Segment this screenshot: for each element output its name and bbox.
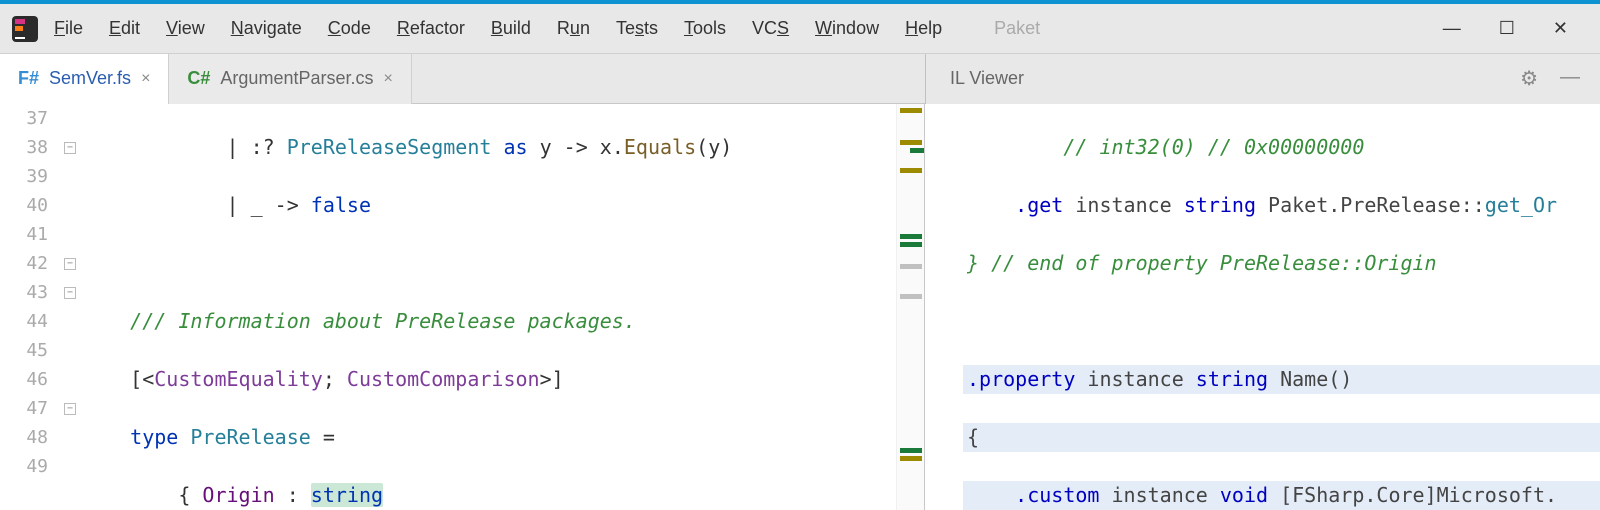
fold-marker-icon[interactable]: − <box>64 142 76 154</box>
menu-navigate[interactable]: Navigate <box>231 18 302 39</box>
fold-column: − − − − <box>58 104 82 510</box>
tab-semver[interactable]: F# SemVer.fs × <box>0 54 169 104</box>
marker-bar[interactable] <box>896 104 924 510</box>
minimize-panel-icon[interactable]: — <box>1560 66 1580 91</box>
tab-row: F# SemVer.fs × C# ArgumentParser.cs × IL… <box>0 54 1600 104</box>
tab-label: ArgumentParser.cs <box>220 68 373 89</box>
il-code-body[interactable]: // int32(0) // 0x00000000 .get instance … <box>963 104 1600 510</box>
tab-argumentparser[interactable]: C# ArgumentParser.cs × <box>169 54 411 104</box>
tab-label: SemVer.fs <box>49 68 131 89</box>
menu-view[interactable]: View <box>166 18 205 39</box>
csharp-icon: C# <box>187 68 210 89</box>
il-viewer-header: IL Viewer ⚙ — <box>925 54 1600 104</box>
il-viewer-title: IL Viewer <box>950 68 1024 89</box>
menu-window[interactable]: Window <box>815 18 879 39</box>
menu-file[interactable]: File <box>54 18 83 39</box>
gear-icon[interactable]: ⚙ <box>1520 66 1538 91</box>
code-editor[interactable]: 37383940414243444546474849 − − − − | :? Pre… <box>0 104 924 510</box>
menu-tools[interactable]: Tools <box>684 18 726 39</box>
window-close-icon[interactable]: ✕ <box>1553 18 1568 39</box>
window-minimize-icon[interactable]: — <box>1443 18 1461 39</box>
window-maximize-icon[interactable]: ☐ <box>1499 18 1515 39</box>
menu-paket-disabled: Paket <box>994 18 1040 39</box>
menu-build[interactable]: Build <box>491 18 531 39</box>
fsharp-icon: F# <box>18 68 39 89</box>
close-tab-icon[interactable]: × <box>141 70 150 88</box>
code-body[interactable]: | :? PreReleaseSegment as y -> x.Equals(… <box>82 104 896 510</box>
fold-marker-icon[interactable]: − <box>64 258 76 270</box>
app-logo-icon <box>12 16 38 42</box>
menu-edit[interactable]: Edit <box>109 18 140 39</box>
il-gutter <box>925 104 963 510</box>
menu-tests[interactable]: Tests <box>616 18 658 39</box>
menu-bar: File Edit View Navigate Code Refactor Bu… <box>0 4 1600 54</box>
fold-marker-icon[interactable]: − <box>64 403 76 415</box>
line-gutter: 37383940414243444546474849 <box>0 104 58 510</box>
menu-run[interactable]: Run <box>557 18 590 39</box>
menu-vcs[interactable]: VCS <box>752 18 789 39</box>
menu-refactor[interactable]: Refactor <box>397 18 465 39</box>
menu-code[interactable]: Code <box>328 18 371 39</box>
close-tab-icon[interactable]: × <box>383 70 392 88</box>
il-viewer-pane: // int32(0) // 0x00000000 .get instance … <box>924 104 1600 510</box>
fold-marker-icon[interactable]: − <box>64 287 76 299</box>
menu-help[interactable]: Help <box>905 18 942 39</box>
menu-items: File Edit View Navigate Code Refactor Bu… <box>54 18 1040 39</box>
